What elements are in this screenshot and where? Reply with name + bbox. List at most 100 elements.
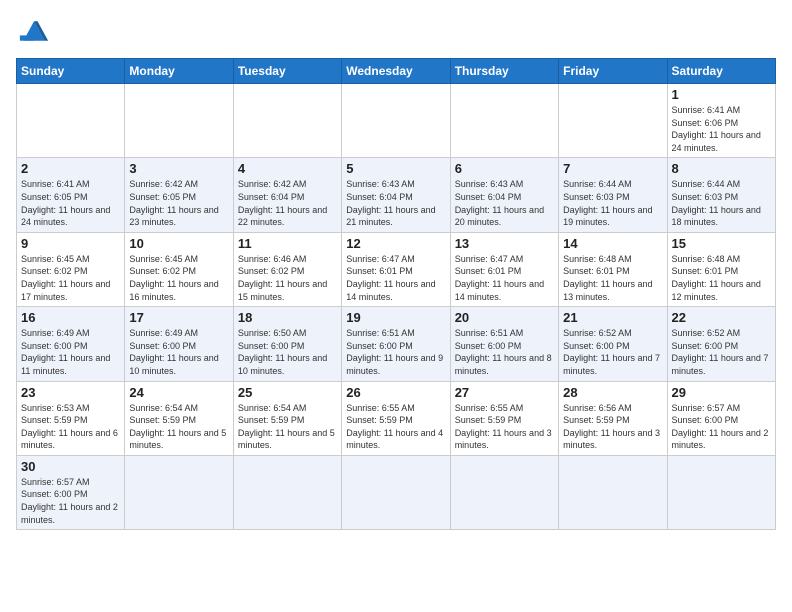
day-info: Sunrise: 6:56 AM Sunset: 5:59 PM Dayligh… xyxy=(563,402,662,452)
calendar-cell: 16 Sunrise: 6:49 AM Sunset: 6:00 PM Dayli… xyxy=(17,307,125,381)
day-number: 17 xyxy=(129,310,228,325)
day-number: 21 xyxy=(563,310,662,325)
day-number: 24 xyxy=(129,385,228,400)
day-info: Sunrise: 6:49 AM Sunset: 6:00 PM Dayligh… xyxy=(129,327,228,377)
day-info: Sunrise: 6:48 AM Sunset: 6:01 PM Dayligh… xyxy=(672,253,771,303)
calendar-cell: 8 Sunrise: 6:44 AM Sunset: 6:03 PM Daylig… xyxy=(667,158,775,232)
day-info: Sunrise: 6:47 AM Sunset: 6:01 PM Dayligh… xyxy=(455,253,554,303)
day-info: Sunrise: 6:54 AM Sunset: 5:59 PM Dayligh… xyxy=(129,402,228,452)
calendar-cell: 27Sunrise: 6:55 AM Sunset: 5:59 PM Dayli… xyxy=(450,381,558,455)
day-number: 20 xyxy=(455,310,554,325)
day-number: 4 xyxy=(238,161,337,176)
day-number: 22 xyxy=(672,310,771,325)
calendar-cell: 22 Sunrise: 6:52 AM Sunset: 6:00 PM Dayli… xyxy=(667,307,775,381)
day-info: Sunrise: 6:44 AM Sunset: 6:03 PM Dayligh… xyxy=(672,178,771,228)
calendar-cell xyxy=(125,455,233,529)
day-number: 19 xyxy=(346,310,445,325)
calendar-week-row: 30 Sunrise: 6:57 AM Sunset: 6:00 PM Dayli… xyxy=(17,455,776,529)
day-number: 9 xyxy=(21,236,120,251)
calendar-cell: 1 Sunrise: 6:41 AM Sunset: 6:06 PM Daylig… xyxy=(667,84,775,158)
calendar-cell: 11 Sunrise: 6:46 AM Sunset: 6:02 PM Dayli… xyxy=(233,232,341,306)
day-info: Sunrise: 6:54 AM Sunset: 5:59 PM Dayligh… xyxy=(238,402,337,452)
calendar-cell: 4 Sunrise: 6:42 AM Sunset: 6:04 PM Daylig… xyxy=(233,158,341,232)
day-info: Sunrise: 6:47 AM Sunset: 6:01 PM Dayligh… xyxy=(346,253,445,303)
header xyxy=(16,16,776,46)
day-number: 29 xyxy=(672,385,771,400)
day-number: 1 xyxy=(672,87,771,102)
day-info: Sunrise: 6:41 AM Sunset: 6:05 PM Dayligh… xyxy=(21,178,120,228)
calendar-cell xyxy=(125,84,233,158)
day-info: Sunrise: 6:43 AM Sunset: 6:04 PM Dayligh… xyxy=(455,178,554,228)
calendar-week-row: 16 Sunrise: 6:49 AM Sunset: 6:00 PM Dayli… xyxy=(17,307,776,381)
header-thursday: Thursday xyxy=(450,59,558,84)
header-monday: Monday xyxy=(125,59,233,84)
calendar-cell: 5Sunrise: 6:43 AM Sunset: 6:04 PM Daylig… xyxy=(342,158,450,232)
header-friday: Friday xyxy=(559,59,667,84)
day-number: 10 xyxy=(129,236,228,251)
calendar-cell: 19 Sunrise: 6:51 AM Sunset: 6:00 PM Dayli… xyxy=(342,307,450,381)
calendar-cell xyxy=(233,455,341,529)
calendar-cell xyxy=(450,455,558,529)
calendar-cell: 21 Sunrise: 6:52 AM Sunset: 6:00 PM Dayli… xyxy=(559,307,667,381)
day-info: Sunrise: 6:42 AM Sunset: 6:04 PM Dayligh… xyxy=(238,178,337,228)
calendar-cell: 13Sunrise: 6:47 AM Sunset: 6:01 PM Dayli… xyxy=(450,232,558,306)
calendar-week-row: 9 Sunrise: 6:45 AM Sunset: 6:02 PM Daylig… xyxy=(17,232,776,306)
day-number: 16 xyxy=(21,310,120,325)
day-info: Sunrise: 6:45 AM Sunset: 6:02 PM Dayligh… xyxy=(21,253,120,303)
day-info: Sunrise: 6:46 AM Sunset: 6:02 PM Dayligh… xyxy=(238,253,337,303)
day-info: Sunrise: 6:55 AM Sunset: 5:59 PM Dayligh… xyxy=(455,402,554,452)
calendar-cell: 10Sunrise: 6:45 AM Sunset: 6:02 PM Dayli… xyxy=(125,232,233,306)
calendar-cell xyxy=(450,84,558,158)
day-info: Sunrise: 6:43 AM Sunset: 6:04 PM Dayligh… xyxy=(346,178,445,228)
calendar-cell: 18Sunrise: 6:50 AM Sunset: 6:00 PM Dayli… xyxy=(233,307,341,381)
calendar-cell xyxy=(233,84,341,158)
day-number: 7 xyxy=(563,161,662,176)
day-info: Sunrise: 6:52 AM Sunset: 6:00 PM Dayligh… xyxy=(672,327,771,377)
header-tuesday: Tuesday xyxy=(233,59,341,84)
day-info: Sunrise: 6:52 AM Sunset: 6:00 PM Dayligh… xyxy=(563,327,662,377)
calendar-cell: 24 Sunrise: 6:54 AM Sunset: 5:59 PM Dayli… xyxy=(125,381,233,455)
calendar-cell: 6 Sunrise: 6:43 AM Sunset: 6:04 PM Daylig… xyxy=(450,158,558,232)
calendar-cell: 3Sunrise: 6:42 AM Sunset: 6:05 PM Daylig… xyxy=(125,158,233,232)
header-saturday: Saturday xyxy=(667,59,775,84)
calendar-cell: 29Sunrise: 6:57 AM Sunset: 6:00 PM Dayli… xyxy=(667,381,775,455)
day-number: 11 xyxy=(238,236,337,251)
day-number: 14 xyxy=(563,236,662,251)
day-info: Sunrise: 6:49 AM Sunset: 6:00 PM Dayligh… xyxy=(21,327,120,377)
calendar-cell xyxy=(559,455,667,529)
calendar-cell xyxy=(342,455,450,529)
day-info: Sunrise: 6:51 AM Sunset: 6:00 PM Dayligh… xyxy=(455,327,554,377)
calendar-cell: 20 Sunrise: 6:51 AM Sunset: 6:00 PM Dayli… xyxy=(450,307,558,381)
day-info: Sunrise: 6:51 AM Sunset: 6:00 PM Dayligh… xyxy=(346,327,445,377)
calendar-table: SundayMondayTuesdayWednesdayThursdayFrid… xyxy=(16,58,776,530)
day-info: Sunrise: 6:48 AM Sunset: 6:01 PM Dayligh… xyxy=(563,253,662,303)
calendar-cell xyxy=(667,455,775,529)
day-number: 8 xyxy=(672,161,771,176)
calendar-cell xyxy=(342,84,450,158)
day-number: 25 xyxy=(238,385,337,400)
calendar-cell: 28 Sunrise: 6:56 AM Sunset: 5:59 PM Dayli… xyxy=(559,381,667,455)
day-number: 18 xyxy=(238,310,337,325)
calendar-week-row: 1 Sunrise: 6:41 AM Sunset: 6:06 PM Daylig… xyxy=(17,84,776,158)
day-number: 6 xyxy=(455,161,554,176)
day-number: 2 xyxy=(21,161,120,176)
calendar-cell: 26Sunrise: 6:55 AM Sunset: 5:59 PM Dayli… xyxy=(342,381,450,455)
day-info: Sunrise: 6:42 AM Sunset: 6:05 PM Dayligh… xyxy=(129,178,228,228)
day-info: Sunrise: 6:41 AM Sunset: 6:06 PM Dayligh… xyxy=(672,104,771,154)
calendar-cell: 9 Sunrise: 6:45 AM Sunset: 6:02 PM Daylig… xyxy=(17,232,125,306)
calendar-cell xyxy=(17,84,125,158)
calendar-week-row: 2 Sunrise: 6:41 AM Sunset: 6:05 PM Daylig… xyxy=(17,158,776,232)
calendar-cell xyxy=(559,84,667,158)
calendar-cell: 14 Sunrise: 6:48 AM Sunset: 6:01 PM Dayli… xyxy=(559,232,667,306)
calendar-cell: 17 Sunrise: 6:49 AM Sunset: 6:00 PM Dayli… xyxy=(125,307,233,381)
day-number: 15 xyxy=(672,236,771,251)
calendar-cell: 7Sunrise: 6:44 AM Sunset: 6:03 PM Daylig… xyxy=(559,158,667,232)
day-info: Sunrise: 6:53 AM Sunset: 5:59 PM Dayligh… xyxy=(21,402,120,452)
day-number: 12 xyxy=(346,236,445,251)
day-number: 30 xyxy=(21,459,120,474)
calendar-cell: 23Sunrise: 6:53 AM Sunset: 5:59 PM Dayli… xyxy=(17,381,125,455)
day-info: Sunrise: 6:57 AM Sunset: 6:00 PM Dayligh… xyxy=(21,476,120,526)
day-number: 28 xyxy=(563,385,662,400)
calendar-cell: 15 Sunrise: 6:48 AM Sunset: 6:01 PM Dayli… xyxy=(667,232,775,306)
calendar-cell: 12 Sunrise: 6:47 AM Sunset: 6:01 PM Dayli… xyxy=(342,232,450,306)
